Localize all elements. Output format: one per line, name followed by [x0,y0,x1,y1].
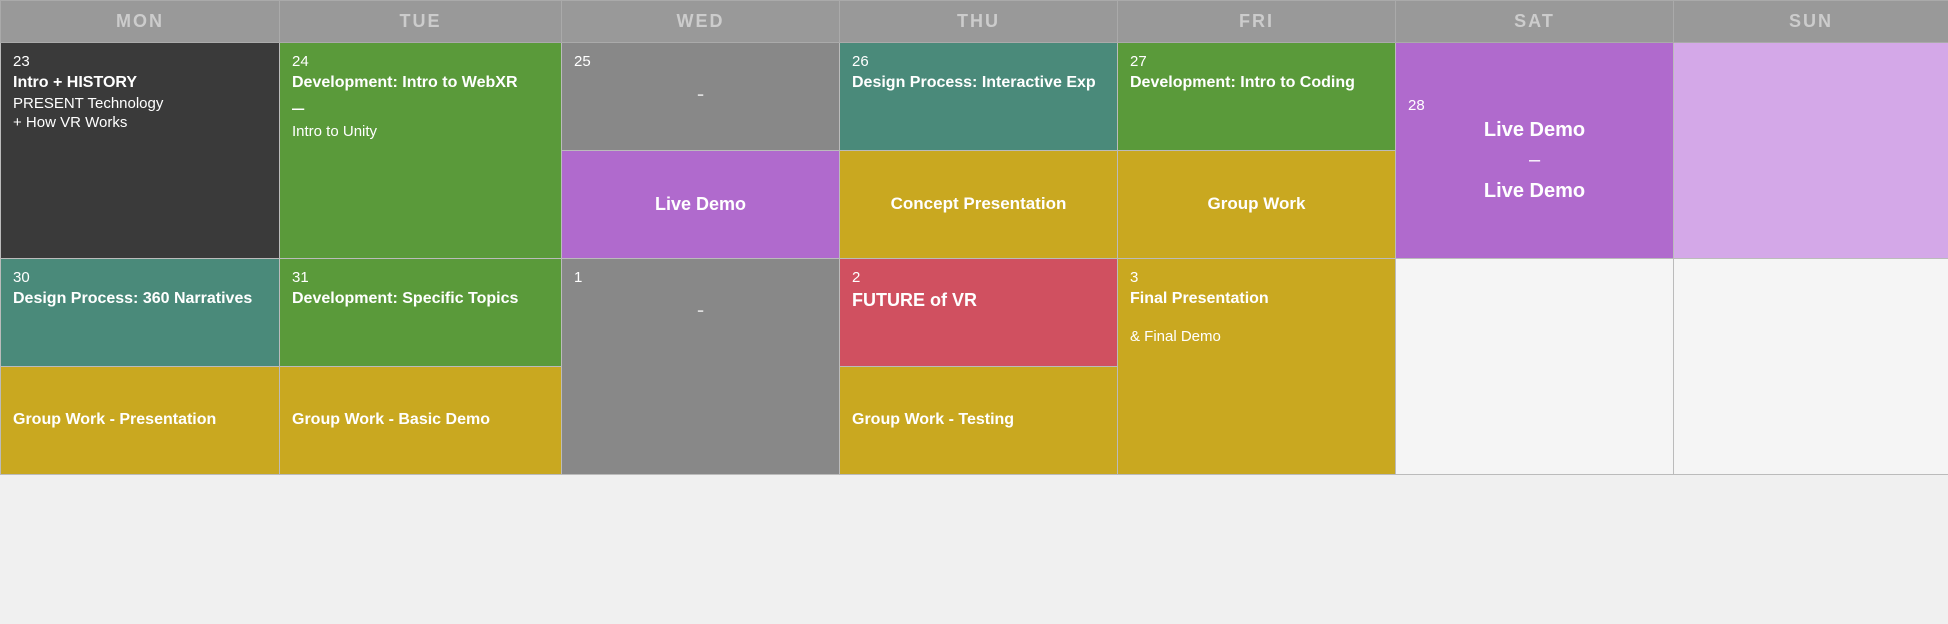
cell-tue-24: 24 Development: Intro to WebXR – Intro t… [280,43,562,259]
cell-sub: Intro to Unity [292,123,377,140]
cell-tue-31-top: 31 Development: Specific Topics [280,259,562,367]
cell-title: Development: Intro to WebXR [292,74,518,91]
cell-sat-28: 28 Live Demo – Live Demo [1396,43,1674,259]
cell-mon-30-top: 30 Design Process: 360 Narratives [1,259,280,367]
cell-sun-w1 [1674,43,1948,259]
header-fri: FRI [1118,1,1396,43]
day-number: 25 [574,53,827,70]
cell-fri-27-top: 27 Development: Intro to Coding [1118,43,1396,151]
cell-label: Concept Presentation [891,194,1067,213]
cell-title: Design Process: Interactive Exp [852,74,1096,91]
cell-fri-27-bot: Group Work [1118,151,1396,259]
cell-label: Group Work [1208,194,1306,213]
cell-dash: - [574,80,827,109]
cell-mon-30-bot: Group Work - Presentation [1,367,280,475]
cell-wed-1: 1 - [562,259,840,475]
cell-sub2: + How VR Works [13,114,127,131]
cell-dash: - [574,296,827,325]
cell-label1: Live Demo [1408,117,1661,143]
cell-title: Final Presentation [1130,290,1269,307]
day-number: 1 [574,269,827,286]
cell-label2: Live Demo [1408,178,1661,204]
header-sat: SAT [1396,1,1674,43]
cell-title: Development: Specific Topics [292,290,518,307]
cell-dash: – [1408,149,1661,172]
cell-label: Group Work - Testing [852,411,1014,428]
week1-top-row: 23 Intro + HISTORY PRESENT Technology + … [1,43,1948,151]
header-thu: THU [840,1,1118,43]
cell-fri-3: 3 Final Presentation & Final Demo [1118,259,1396,475]
day-number: 2 [852,269,1105,286]
header-mon: MON [1,1,280,43]
week2-top-row: 30 Design Process: 360 Narratives 31 Dev… [1,259,1948,367]
cell-tue-31-bot: Group Work - Basic Demo [280,367,562,475]
calendar-table: MON TUE WED THU FRI SAT SUN 23 Intro + H… [0,0,1948,475]
cell-sub: & Final Demo [1130,328,1221,345]
day-number: 27 [1130,53,1383,70]
cell-thu-2-top: 2 FUTURE of VR [840,259,1118,367]
day-number: 24 [292,53,549,70]
cell-thu-2-bot: Group Work - Testing [840,367,1118,475]
cell-label: FUTURE of VR [852,290,977,310]
day-number: 31 [292,269,549,286]
header-wed: WED [562,1,840,43]
cell-label: Live Demo [655,194,746,214]
day-number: 23 [13,53,267,70]
cell-dash: – [292,95,304,120]
header-sun: SUN [1674,1,1948,43]
day-number: 3 [1130,269,1383,286]
cell-label: Group Work - Basic Demo [292,411,490,428]
header-row: MON TUE WED THU FRI SAT SUN [1,1,1948,43]
cell-title: Intro + HISTORY [13,74,137,91]
cell-thu-26-bot: Concept Presentation [840,151,1118,259]
header-tue: TUE [280,1,562,43]
cell-wed-25-bot: Live Demo [562,151,840,259]
day-number: 30 [13,269,267,286]
cell-thu-26-top: 26 Design Process: Interactive Exp [840,43,1118,151]
cell-sat-w2 [1396,259,1674,475]
cell-wed-25-top: 25 - [562,43,840,151]
cell-sun-w2 [1674,259,1948,475]
cell-sub1: PRESENT Technology [13,95,163,112]
cell-title: Design Process: 360 Narratives [13,290,252,307]
cell-mon-23: 23 Intro + HISTORY PRESENT Technology + … [1,43,280,259]
cell-label: Group Work - Presentation [13,411,216,428]
cell-title: Development: Intro to Coding [1130,74,1355,91]
day-number: 28 [1408,97,1661,114]
day-number: 26 [852,53,1105,70]
